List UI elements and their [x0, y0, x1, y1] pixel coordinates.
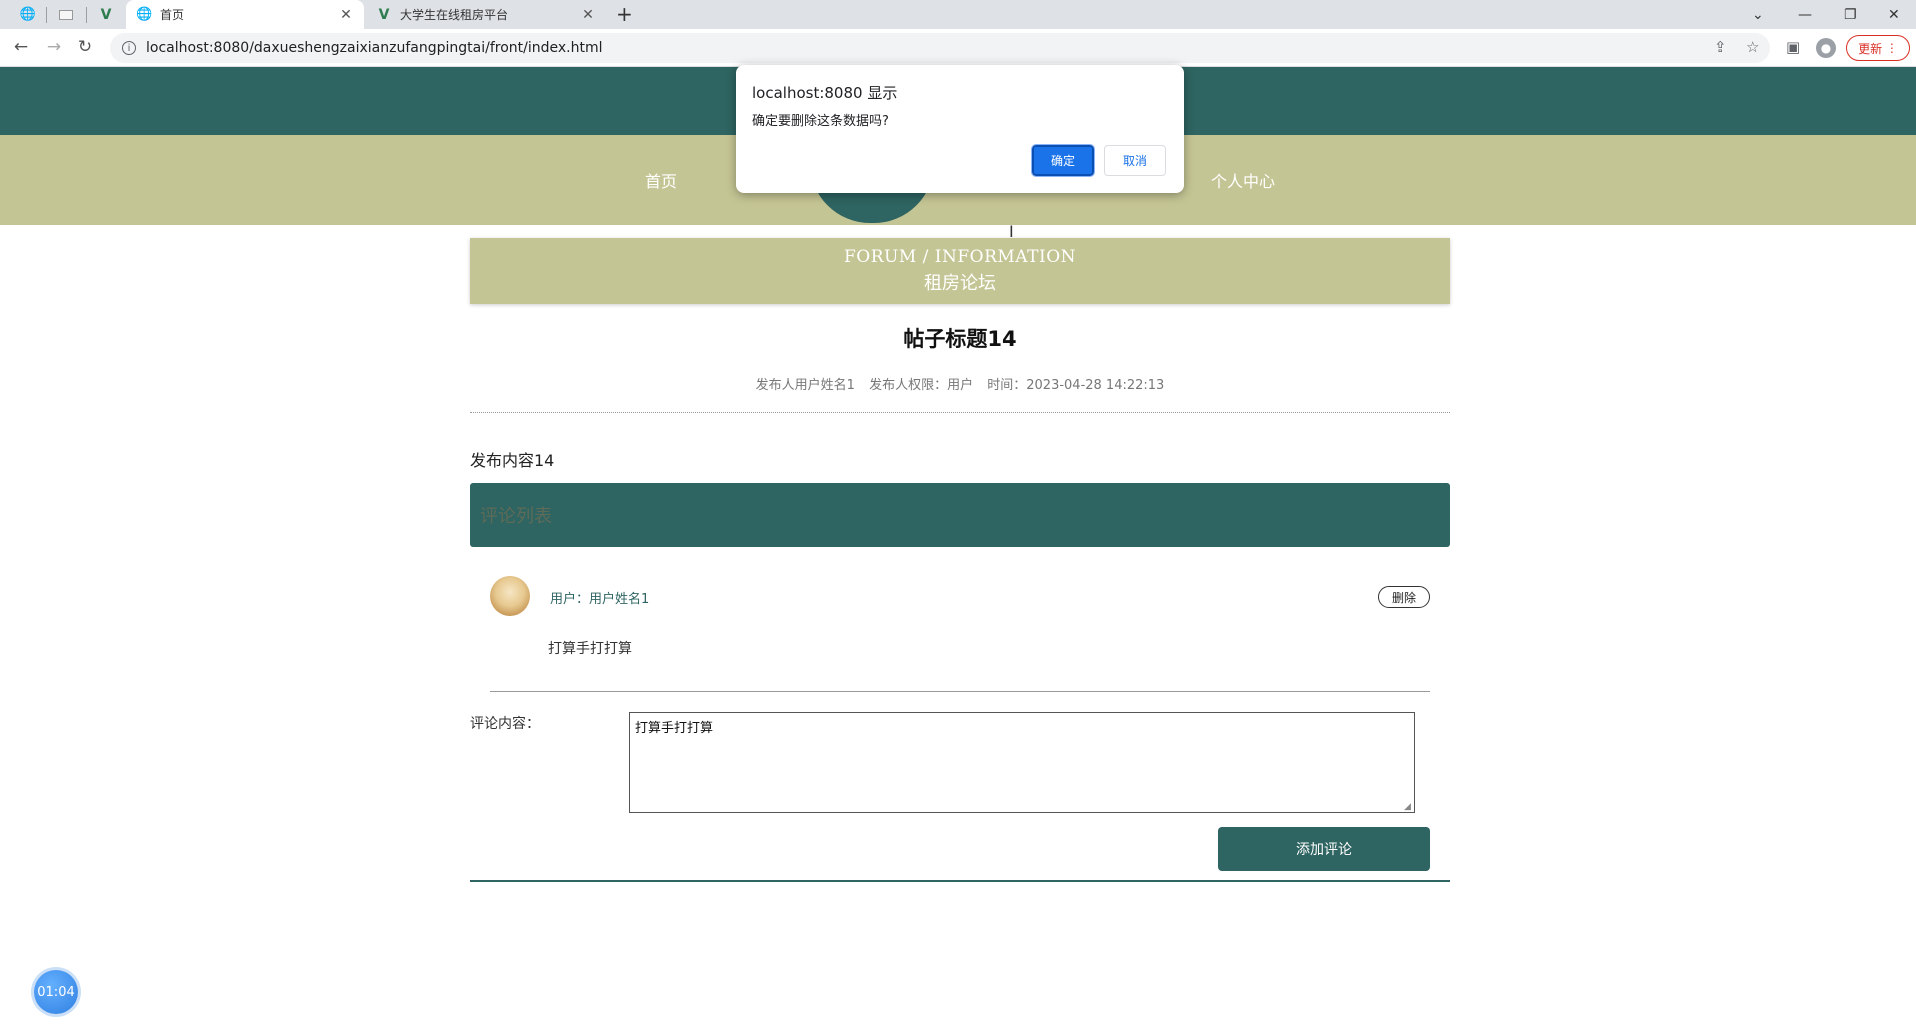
- comment-list-header: 评论列表: [470, 483, 1450, 547]
- close-icon[interactable]: ✕: [338, 7, 354, 23]
- tab-title: 大学生在线租房平台: [400, 8, 509, 22]
- new-tab-button[interactable]: +: [616, 2, 633, 26]
- browser-tab-bar: 🌐 V 🌐 首页 ✕ V 大学生在线租房平台 ✕ + ⌄ — ❐ ✕: [0, 0, 1916, 29]
- forward-arrow-icon[interactable]: →: [43, 37, 65, 57]
- close-icon[interactable]: ✕: [580, 7, 596, 23]
- globe-tab-icon[interactable]: 🌐: [12, 0, 44, 29]
- url-text: localhost:8080/daxueshengzaixianzufangpi…: [146, 40, 603, 56]
- text-cursor-icon: I: [1009, 222, 1014, 241]
- post-meta: 发布人用户姓名1 发布人权限：用户 时间：2023-04-28 14:22:13: [470, 374, 1450, 393]
- tab-home[interactable]: 🌐 首页 ✕: [126, 0, 364, 29]
- minimize-button[interactable]: —: [1798, 0, 1812, 29]
- forum-banner: FORUM / INFORMATION 租房论坛: [470, 238, 1450, 304]
- timer-value: 01:04: [37, 984, 75, 1000]
- restore-button[interactable]: ❐: [1844, 0, 1857, 29]
- chevron-down-icon[interactable]: ⌄: [1752, 0, 1764, 29]
- post-content: 发布内容14: [470, 451, 555, 470]
- dialog-message: 确定要删除这条数据吗?: [752, 114, 889, 129]
- browser-toolbar: ← → ↻ i localhost:8080/daxueshengzaixian…: [0, 29, 1916, 67]
- blank-tab-icon[interactable]: [50, 0, 82, 29]
- confirm-dialog: localhost:8080 显示 确定要删除这条数据吗? 确定 取消: [736, 65, 1184, 193]
- divider: [470, 412, 1450, 413]
- nav-label: 个人中心: [1210, 172, 1275, 191]
- post-title: 帖子标题14: [903, 327, 1017, 351]
- reload-icon[interactable]: ↻: [74, 37, 96, 57]
- post-time: 时间：2023-04-28 14:22:13: [987, 378, 1165, 393]
- comment-content-label: 评论内容：: [470, 716, 540, 732]
- tab-title: 首页: [160, 8, 185, 22]
- tab-separator: [46, 7, 47, 23]
- comment-list-title: 评论列表: [480, 506, 552, 527]
- delete-comment-button[interactable]: 删除: [1378, 586, 1430, 608]
- timer-badge[interactable]: 01:04: [34, 970, 78, 1014]
- close-window-button[interactable]: ✕: [1888, 0, 1900, 29]
- cancel-label: 取消: [1122, 154, 1147, 168]
- update-label: 更新: [1858, 41, 1883, 56]
- info-icon[interactable]: i: [122, 41, 136, 55]
- profile-icon[interactable]: ●: [1816, 38, 1836, 58]
- vue-icon: V: [378, 6, 390, 23]
- comment-user: 用户：用户姓名1: [550, 592, 650, 607]
- tab-platform[interactable]: V 大学生在线租房平台 ✕: [366, 0, 606, 29]
- nav-item-home[interactable]: 首页: [626, 135, 696, 225]
- sidepanel-icon[interactable]: ▣: [1786, 38, 1800, 56]
- update-button[interactable]: 更新 ⋮: [1846, 35, 1910, 61]
- dialog-title: localhost:8080 显示: [752, 84, 898, 102]
- delete-label: 删除: [1391, 590, 1416, 605]
- vue-tab-icon[interactable]: V: [90, 0, 122, 29]
- banner-chinese-title: 租房论坛: [924, 273, 996, 294]
- divider: [490, 691, 1430, 692]
- banner-english-title: FORUM / INFORMATION: [843, 247, 1077, 267]
- address-input[interactable]: i localhost:8080/daxueshengzaixianzufang…: [110, 33, 1770, 63]
- nav-item-profile[interactable]: 个人中心: [1200, 135, 1286, 225]
- share-icon[interactable]: ⇪: [1714, 38, 1727, 56]
- divider: [470, 880, 1450, 882]
- post-author: 发布人用户姓名1: [755, 378, 855, 393]
- add-comment-button[interactable]: 添加评论: [1218, 827, 1430, 871]
- confirm-label: 确定: [1050, 154, 1075, 168]
- avatar: [490, 576, 530, 616]
- globe-icon: 🌐: [136, 7, 153, 22]
- cancel-button[interactable]: 取消: [1104, 145, 1166, 176]
- nav-label: 首页: [644, 172, 677, 191]
- add-comment-label: 添加评论: [1296, 842, 1352, 858]
- comment-textarea[interactable]: 打算手打打算: [629, 712, 1415, 813]
- confirm-button[interactable]: 确定: [1031, 144, 1095, 177]
- tab-separator: [86, 7, 87, 23]
- resize-handle-icon[interactable]: ◢: [1404, 802, 1411, 812]
- star-icon[interactable]: ☆: [1746, 38, 1759, 56]
- back-arrow-icon[interactable]: ←: [10, 37, 32, 57]
- comment-text: 打算手打打算: [548, 641, 632, 657]
- post-role: 发布人权限：用户: [869, 378, 974, 393]
